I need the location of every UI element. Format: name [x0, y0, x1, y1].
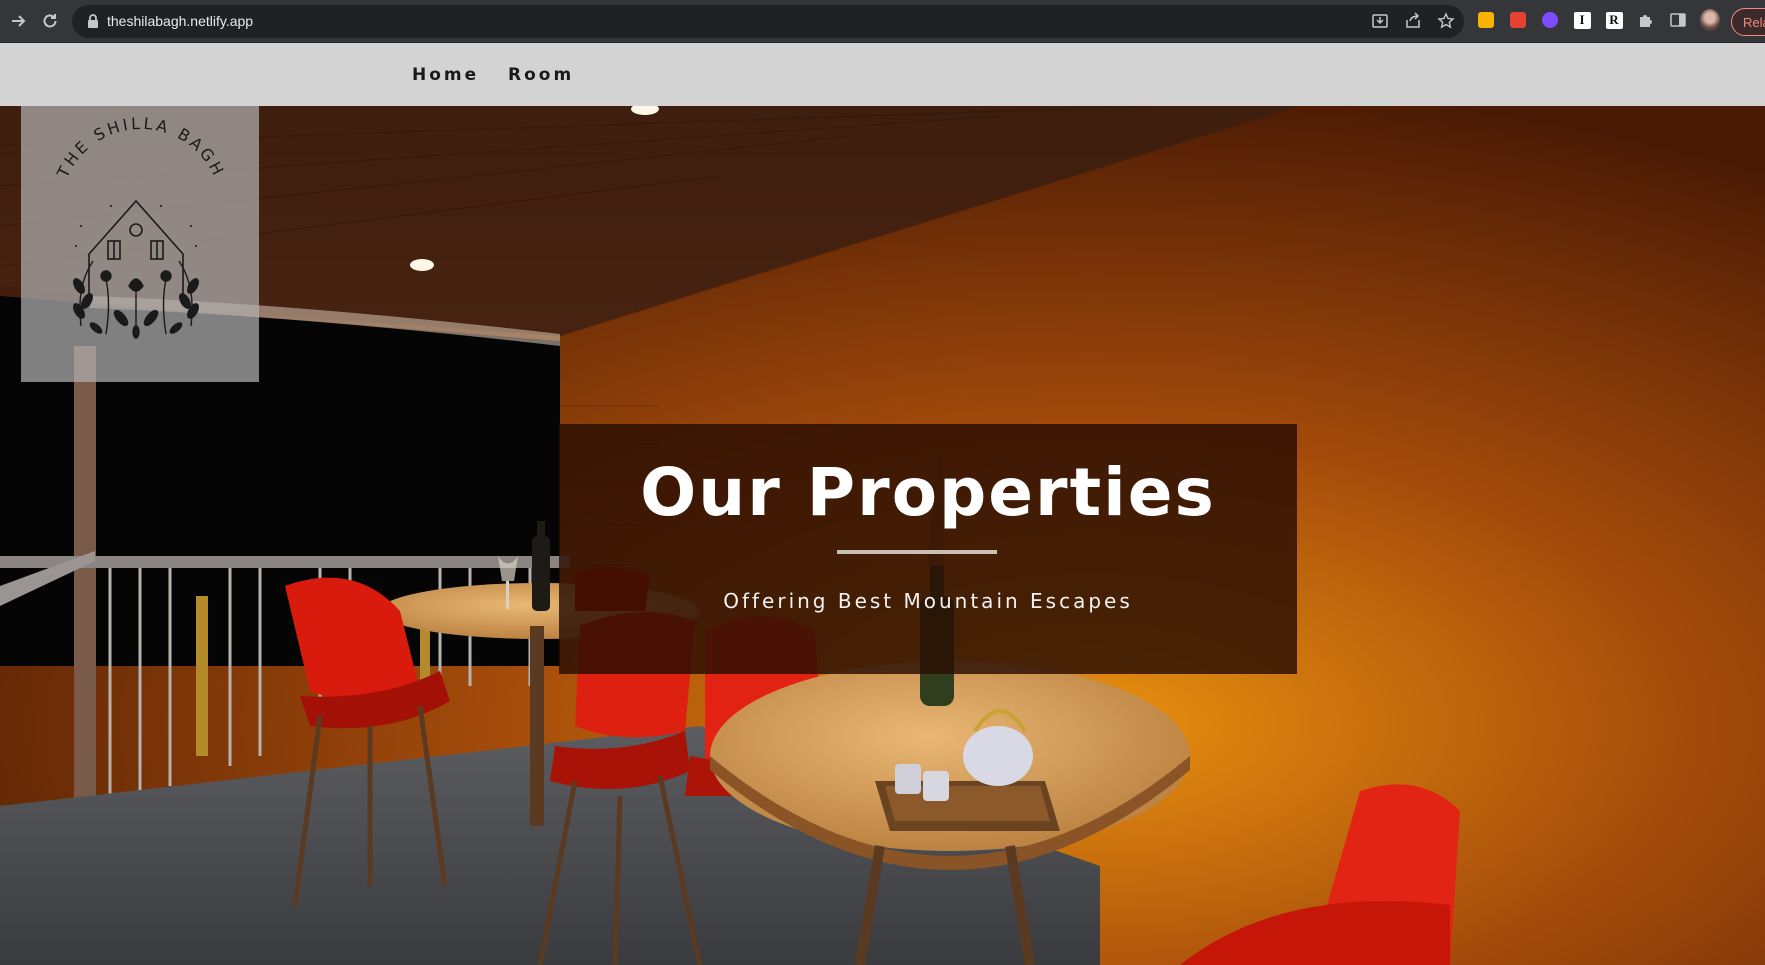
extensions-puzzle-icon[interactable]	[1636, 10, 1656, 30]
hero-title: Our Properties	[640, 454, 1216, 531]
relaunch-button[interactable]: Rela	[1731, 8, 1765, 36]
keep-extension-icon[interactable]	[1476, 10, 1496, 30]
browser-toolbar: theshilabagh.netlify.app I R Rela	[0, 0, 1765, 43]
profile-avatar[interactable]	[1700, 9, 1720, 31]
side-panel-icon[interactable]	[1668, 10, 1688, 30]
hero-subtitle: Offering Best Mountain Escapes	[723, 589, 1133, 613]
address-bar[interactable]: theshilabagh.netlify.app	[72, 5, 1464, 38]
nav-link-room[interactable]: Room	[508, 65, 574, 85]
bookmark-star-icon[interactable]	[1436, 11, 1456, 31]
share-icon[interactable]	[1403, 11, 1423, 31]
readwise-extension-icon[interactable]: R	[1604, 10, 1624, 30]
forward-icon[interactable]	[8, 11, 28, 31]
site-header: Home Room	[0, 43, 1765, 106]
logo-panel[interactable]: THE SHILLA BAGH	[21, 106, 259, 382]
todoist-extension-icon[interactable]	[1508, 10, 1528, 30]
hero-section: THE SHILLA BAGH Our Properties Offering …	[0, 106, 1765, 965]
instapaper-extension-icon[interactable]: I	[1572, 10, 1592, 30]
svg-text:THE SHILLA BAGH: THE SHILLA BAGH	[53, 114, 229, 182]
logo-text: THE SHILLA BAGH	[53, 114, 226, 182]
title-divider	[837, 550, 997, 554]
hero-title-box: Our Properties Offering Best Mountain Es…	[559, 424, 1297, 674]
nav-link-home[interactable]: Home	[412, 65, 479, 85]
url-text[interactable]: theshilabagh.netlify.app	[107, 13, 253, 29]
install-app-icon[interactable]	[1370, 11, 1390, 31]
reload-icon[interactable]	[40, 11, 60, 31]
purple-extension-icon[interactable]	[1540, 10, 1560, 30]
shilla-bagh-logo: THE SHILLA BAGH	[53, 114, 229, 339]
lock-icon	[86, 14, 100, 29]
